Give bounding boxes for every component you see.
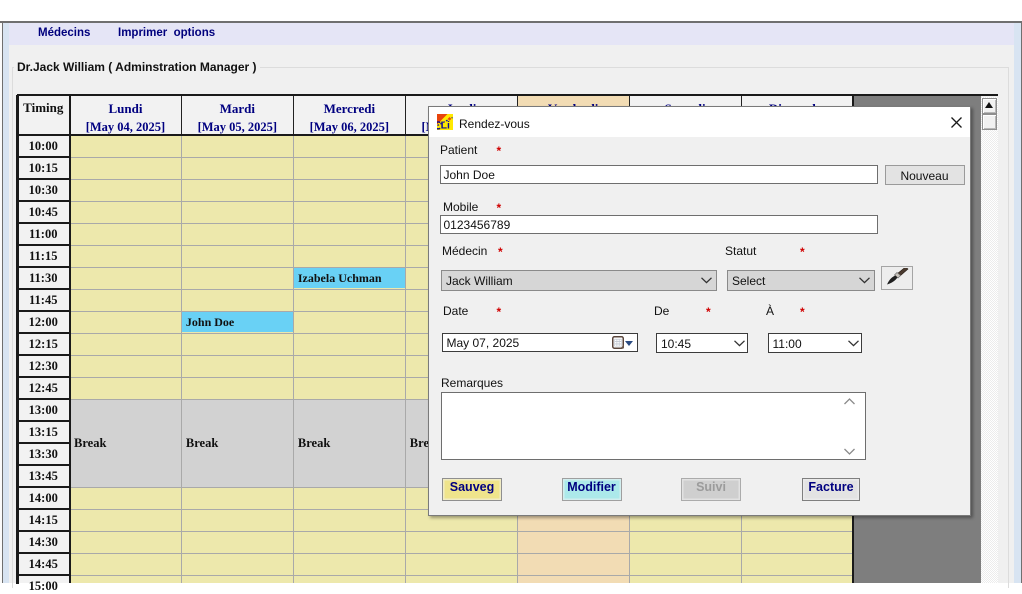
svg-text:Li: Li [440,120,449,130]
